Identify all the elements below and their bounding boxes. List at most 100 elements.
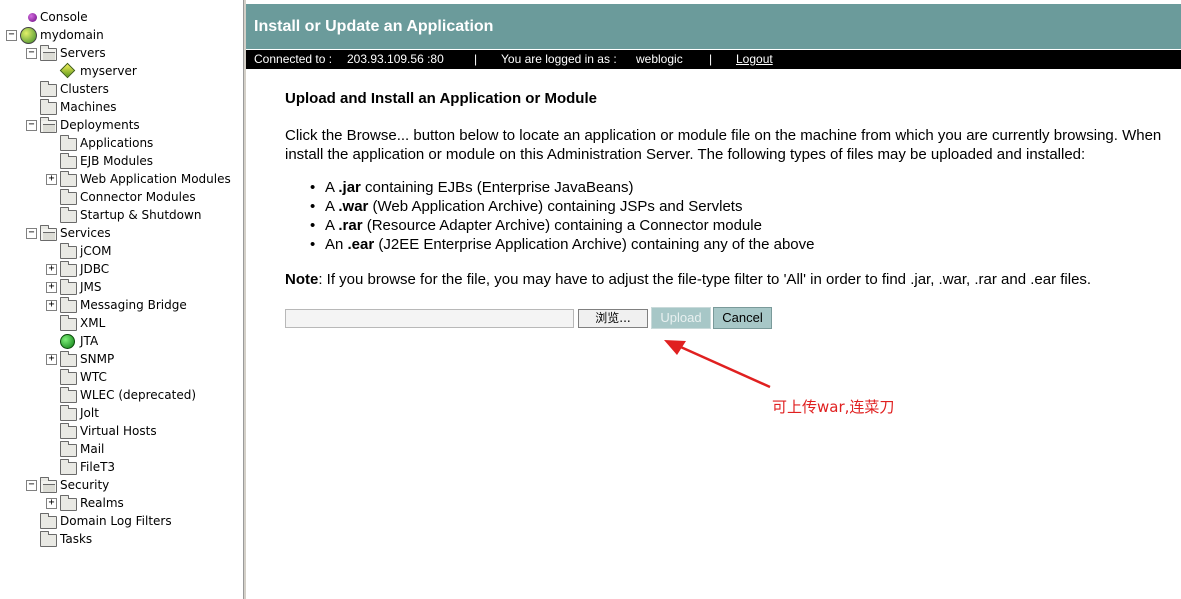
folder-icon (40, 99, 57, 115)
expand-toggle-icon[interactable]: + (46, 300, 57, 311)
tree-item-label[interactable]: EJB Modules (80, 152, 153, 170)
tree-item-label[interactable]: XML (80, 314, 105, 332)
tree-item-label[interactable]: Machines (60, 98, 116, 116)
tree-item[interactable]: XML (0, 314, 243, 332)
logout-link[interactable]: Logout (736, 50, 773, 69)
tree-divider[interactable] (244, 0, 246, 599)
tree-item[interactable]: + Web Application Modules (0, 170, 243, 188)
tree-item-label[interactable]: Virtual Hosts (80, 422, 157, 440)
browse-button[interactable]: 浏览... (578, 309, 648, 328)
folder-icon (60, 369, 77, 385)
tree-item[interactable]: Mail (0, 440, 243, 458)
server-diamond-icon (59, 62, 76, 79)
tree-item-label[interactable]: Tasks (60, 530, 92, 548)
collapse-toggle-icon[interactable]: − (26, 228, 37, 239)
page-header: Install or Update an Application (246, 4, 1181, 49)
tree-item-label[interactable]: myserver (80, 62, 137, 80)
expand-toggle-icon[interactable]: + (46, 498, 57, 509)
tree-item-label[interactable]: Connector Modules (80, 188, 196, 206)
folder-icon (40, 513, 57, 529)
tree-item-label[interactable]: Messaging Bridge (80, 296, 187, 314)
tree-item-label[interactable]: JMS (80, 278, 102, 296)
folder-icon (60, 495, 77, 511)
tree-item[interactable]: − Services (0, 224, 243, 242)
tree-item[interactable]: + JMS (0, 278, 243, 296)
tree-item-label[interactable]: Console (40, 8, 88, 26)
tree-item[interactable]: − mydomain (0, 26, 243, 44)
collapse-toggle-icon[interactable]: − (6, 30, 17, 41)
tree-item-label[interactable]: Applications (80, 134, 153, 152)
upload-button[interactable]: Upload (651, 307, 711, 329)
tree-item[interactable]: Virtual Hosts (0, 422, 243, 440)
folder-icon (60, 243, 77, 259)
tree-item[interactable]: jCOM (0, 242, 243, 260)
folder-icon (40, 531, 57, 547)
expand-toggle-icon[interactable]: + (46, 282, 57, 293)
collapse-toggle-icon[interactable]: − (26, 48, 37, 59)
note-text: Note: If you browse for the file, you ma… (285, 271, 1091, 288)
tree-item-label[interactable]: Security (60, 476, 109, 494)
tree-item[interactable]: Startup & Shutdown (0, 206, 243, 224)
tree-item[interactable]: Domain Log Filters (0, 512, 243, 530)
connected-value: 203.93.109.56 :80 (347, 52, 444, 66)
tree-item-label[interactable]: Realms (80, 494, 124, 512)
tree-item[interactable]: Applications (0, 134, 243, 152)
tree-item[interactable]: EJB Modules (0, 152, 243, 170)
tree-item-label[interactable]: Startup & Shutdown (80, 206, 201, 224)
tree-item-label[interactable]: JTA (80, 332, 98, 350)
green-ball-icon (60, 334, 75, 349)
tree-item-label[interactable]: Clusters (60, 80, 109, 98)
file-type-ext: .rar (338, 217, 363, 234)
tree-item-label[interactable]: Deployments (60, 116, 140, 134)
tree-item-label[interactable]: Jolt (80, 404, 99, 422)
file-type-prefix: A (325, 198, 339, 215)
collapse-toggle-icon[interactable]: − (26, 480, 37, 491)
tree-item[interactable]: myserver (0, 62, 243, 80)
folder-icon (40, 81, 57, 97)
connected-label: Connected to : (254, 52, 333, 66)
tree-item[interactable]: Console (0, 8, 243, 26)
tree-item-label[interactable]: Domain Log Filters (60, 512, 172, 530)
expand-toggle-icon[interactable]: + (46, 174, 57, 185)
tree-item[interactable]: Connector Modules (0, 188, 243, 206)
tree-item-label[interactable]: jCOM (80, 242, 112, 260)
tree-item[interactable]: + Realms (0, 494, 243, 512)
file-path-input[interactable] (285, 309, 574, 328)
cancel-button[interactable]: Cancel (713, 307, 772, 329)
navigation-tree: Console − mydomain − Servers myserver Clusters… (0, 0, 244, 599)
tree-item[interactable]: Clusters (0, 80, 243, 98)
expand-toggle-icon[interactable]: + (46, 264, 57, 275)
tree-item[interactable]: FileT3 (0, 458, 243, 476)
expand-toggle-icon[interactable]: + (46, 354, 57, 365)
tree-item-label[interactable]: FileT3 (80, 458, 115, 476)
folder-icon (60, 189, 77, 205)
logged-in-label: You are logged in as : (501, 52, 617, 66)
tree-item[interactable]: − Security (0, 476, 243, 494)
tree-item[interactable]: Tasks (0, 530, 243, 548)
folder-icon (60, 387, 77, 403)
tree-item[interactable]: + SNMP (0, 350, 243, 368)
tree-item-label[interactable]: SNMP (80, 350, 114, 368)
tree-item[interactable]: Jolt (0, 404, 243, 422)
tree-item[interactable]: + JDBC (0, 260, 243, 278)
tree-item-label[interactable]: WTC (80, 368, 107, 386)
tree-item[interactable]: + Messaging Bridge (0, 296, 243, 314)
folder-icon (60, 261, 77, 277)
tree-item-label[interactable]: Mail (80, 440, 104, 458)
tree-item-label[interactable]: WLEC (deprecated) (80, 386, 196, 404)
collapse-toggle-icon[interactable]: − (26, 120, 37, 131)
tree-item[interactable]: WTC (0, 368, 243, 386)
file-type-ext: .jar (338, 179, 361, 196)
tree-item-label[interactable]: Servers (60, 44, 106, 62)
tree-item-label[interactable]: JDBC (80, 260, 109, 278)
tree-item-label[interactable]: Services (60, 224, 111, 242)
tree-item[interactable]: JTA (0, 332, 243, 350)
status-bar: Connected to : 203.93.109.56 :80 | You a… (246, 50, 1181, 69)
tree-item-label[interactable]: mydomain (40, 26, 104, 44)
tree-item[interactable]: WLEC (deprecated) (0, 386, 243, 404)
file-type-desc: (Web Application Archive) containing JSP… (368, 198, 743, 215)
tree-item[interactable]: − Servers (0, 44, 243, 62)
tree-item-label[interactable]: Web Application Modules (80, 170, 231, 188)
tree-item[interactable]: Machines (0, 98, 243, 116)
tree-item[interactable]: − Deployments (0, 116, 243, 134)
